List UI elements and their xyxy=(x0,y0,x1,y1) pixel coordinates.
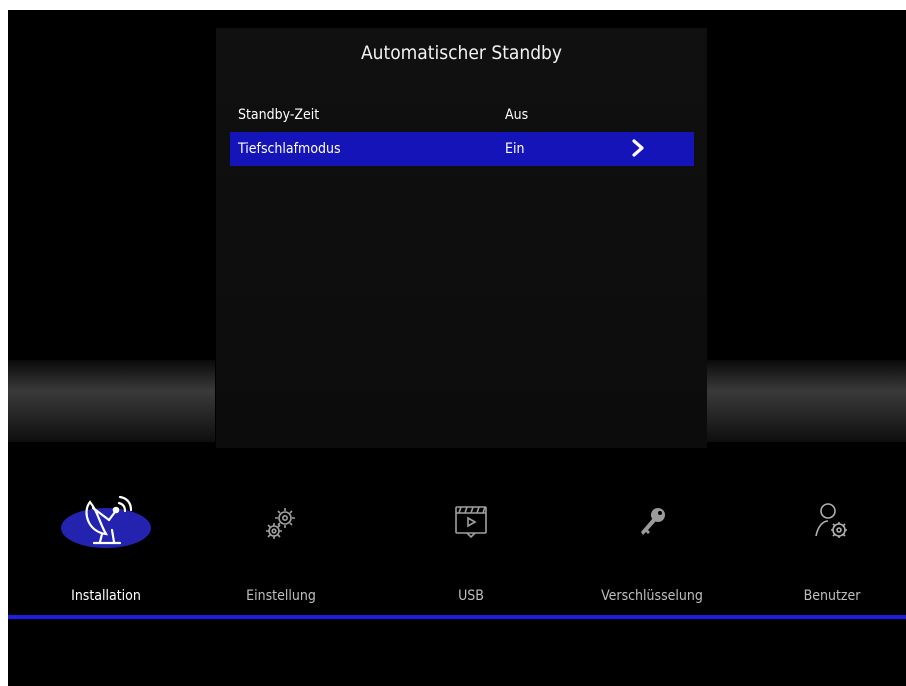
nav-item-einstellung[interactable]: Einstellung xyxy=(201,460,361,620)
key-icon xyxy=(641,508,665,535)
tv-screen: Automatischer Standby Standby-Zeit Aus T… xyxy=(8,10,906,686)
nav-item-verschluesselung[interactable]: Verschlüsselung xyxy=(572,460,732,620)
background-band-left xyxy=(8,360,215,442)
chevron-right-icon[interactable] xyxy=(631,139,645,157)
satellite-dish-icon xyxy=(61,495,151,548)
accent-line xyxy=(8,615,906,619)
background-band-right xyxy=(706,360,906,442)
menu-item-label: Tiefschlafmodus xyxy=(238,141,341,157)
menu-item-value: Ein xyxy=(505,141,525,157)
menu-item-label: Standby-Zeit xyxy=(238,107,320,123)
nav-label: Benutzer xyxy=(803,588,861,604)
nav-item-usb[interactable]: USB xyxy=(391,460,551,620)
nav-label: Installation xyxy=(71,588,141,604)
menu-item-tiefschlafmodus[interactable]: Tiefschlafmodus Ein xyxy=(230,132,694,166)
media-clapper-icon xyxy=(455,506,487,539)
menu-item-value: Aus xyxy=(505,107,529,123)
user-settings-icon xyxy=(815,503,847,538)
nav-item-benutzer[interactable]: Benutzer xyxy=(752,460,906,620)
gears-icon xyxy=(266,508,295,539)
menu-title: Automatischer Standby xyxy=(360,42,563,64)
nav-label: Einstellung xyxy=(246,588,316,604)
menu-item-standby-zeit[interactable]: Standby-Zeit Aus xyxy=(230,98,694,132)
nav-item-installation[interactable]: Installation xyxy=(26,460,186,620)
menu-panel: Automatischer Standby Standby-Zeit Aus T… xyxy=(216,28,707,448)
nav-label: Verschlüsselung xyxy=(601,588,703,604)
nav-label: USB xyxy=(458,588,484,604)
